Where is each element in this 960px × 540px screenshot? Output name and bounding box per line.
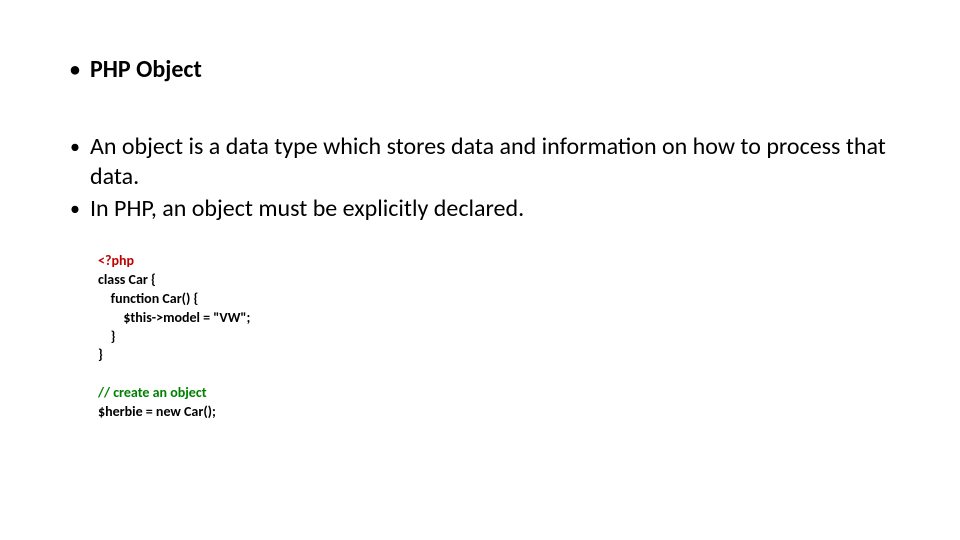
body-content: • An object is a data type which stores … bbox=[70, 132, 890, 422]
slide: • PHP Object • An object is a data type … bbox=[0, 0, 960, 540]
body-text-2: In PHP, an object must be explicitly dec… bbox=[90, 194, 524, 224]
code-line-5: } bbox=[98, 328, 890, 347]
code-block: <?php class Car { function Car() { $this… bbox=[98, 252, 890, 422]
title-bullet: • PHP Object bbox=[70, 55, 890, 84]
bullet-dot-icon: • bbox=[70, 57, 80, 83]
code-line-6: } bbox=[98, 346, 890, 365]
body-bullet-2: • In PHP, an object must be explicitly d… bbox=[70, 194, 890, 224]
bullet-dot-icon: • bbox=[70, 134, 80, 160]
body-bullet-1: • An object is a data type which stores … bbox=[70, 132, 890, 192]
body-text-1: An object is a data type which stores da… bbox=[90, 132, 890, 192]
code-line-8: $herbie = new Car(); bbox=[98, 403, 890, 422]
code-line-4: $this->model = "VW"; bbox=[98, 309, 890, 328]
code-line-3: function Car() { bbox=[98, 290, 890, 309]
code-line-7: // create an object bbox=[98, 384, 890, 403]
code-blank bbox=[98, 365, 890, 384]
code-line-2: class Car { bbox=[98, 271, 890, 290]
bullet-dot-icon: • bbox=[70, 196, 80, 222]
code-line-1: <?php bbox=[98, 252, 890, 271]
slide-title: PHP Object bbox=[90, 55, 202, 84]
